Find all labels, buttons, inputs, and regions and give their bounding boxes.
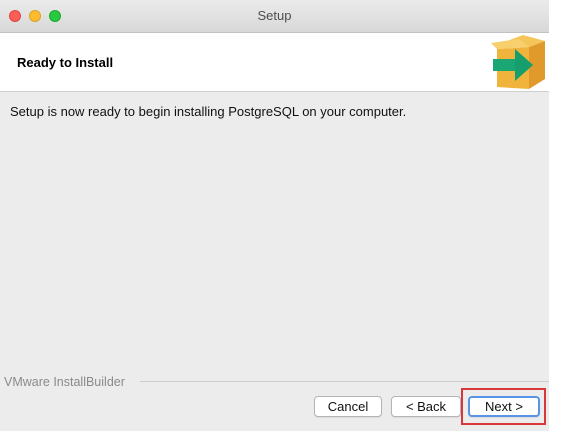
title-bar[interactable]: Setup [0,0,549,33]
next-button-highlight [461,388,546,425]
back-button[interactable]: < Back [391,396,461,417]
installer-box-arrow-icon [491,35,545,89]
setup-window: Setup Ready to Install Setup is now read… [0,0,549,431]
window-title: Setup [257,8,292,23]
installer-brand-label: VMware InstallBuilder [4,375,125,389]
page-header: Ready to Install [0,33,549,92]
cancel-button[interactable]: Cancel [314,396,382,417]
page-title: Ready to Install [17,55,114,70]
ready-message: Setup is now ready to begin installing P… [10,104,407,119]
footer-divider [140,381,549,382]
